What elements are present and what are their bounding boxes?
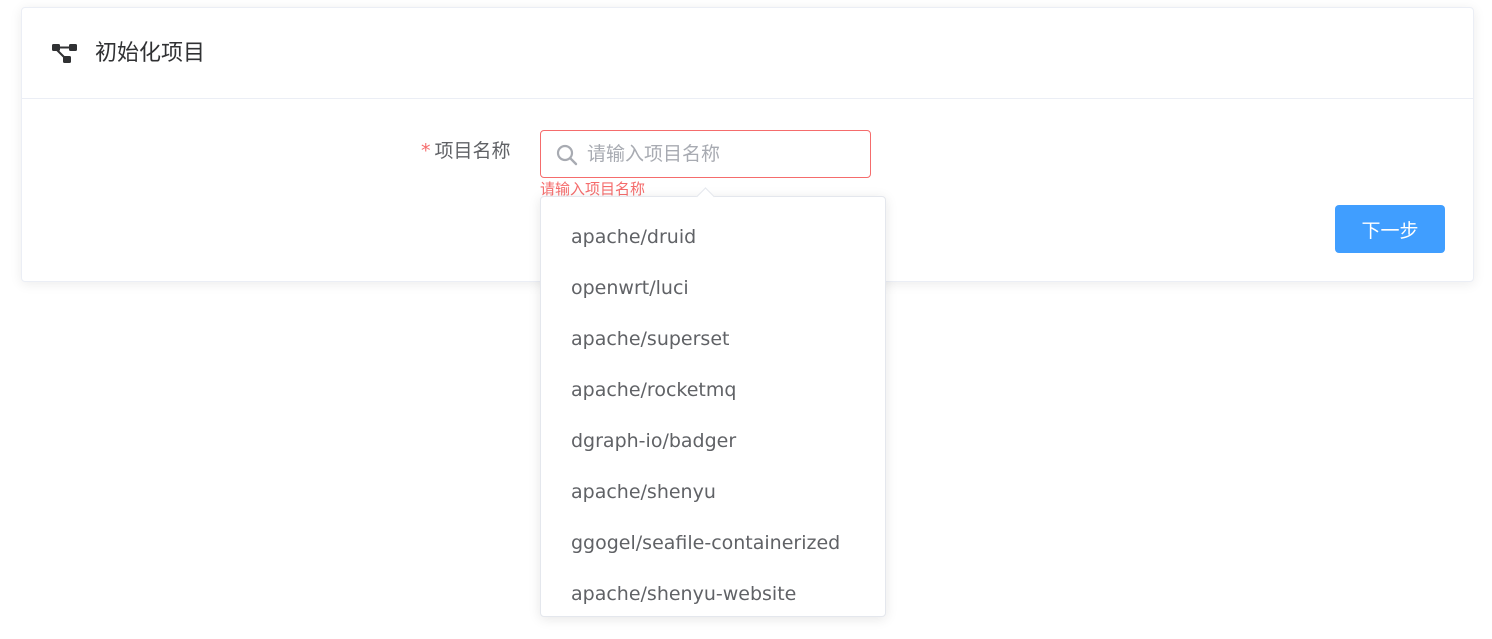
suggestion-list: apache/druid openwrt/luci apache/superse… xyxy=(541,197,885,620)
suggestion-item[interactable]: dgraph-io/badger xyxy=(541,416,885,467)
suggestion-item[interactable]: openwrt/luci xyxy=(541,263,885,314)
search-icon xyxy=(556,144,578,166)
project-name-label: * 项目名称 xyxy=(421,138,511,164)
autocomplete-dropdown: apache/druid openwrt/luci apache/superse… xyxy=(540,187,886,620)
required-mark: * xyxy=(421,140,431,162)
suggestion-item[interactable]: apache/druid xyxy=(541,212,885,263)
project-name-label-text: 项目名称 xyxy=(434,140,511,162)
suggestion-item[interactable]: ggogel/seafile-containerized xyxy=(541,518,885,569)
suggestion-item[interactable]: apache/rocketmq xyxy=(541,365,885,416)
suggestion-item[interactable]: apache/superset xyxy=(541,314,885,365)
suggestion-item[interactable]: apache/shenyu xyxy=(541,467,885,518)
suggestion-item[interactable]: apache/shenyu-website xyxy=(541,569,885,620)
project-name-field[interactable] xyxy=(540,130,871,178)
next-step-button[interactable]: 下一步 xyxy=(1335,205,1445,253)
page-title: 初始化项目 xyxy=(95,41,206,66)
card-header: 初始化项目 xyxy=(22,8,1473,99)
project-name-input[interactable] xyxy=(587,131,857,177)
connection-icon xyxy=(52,44,77,63)
